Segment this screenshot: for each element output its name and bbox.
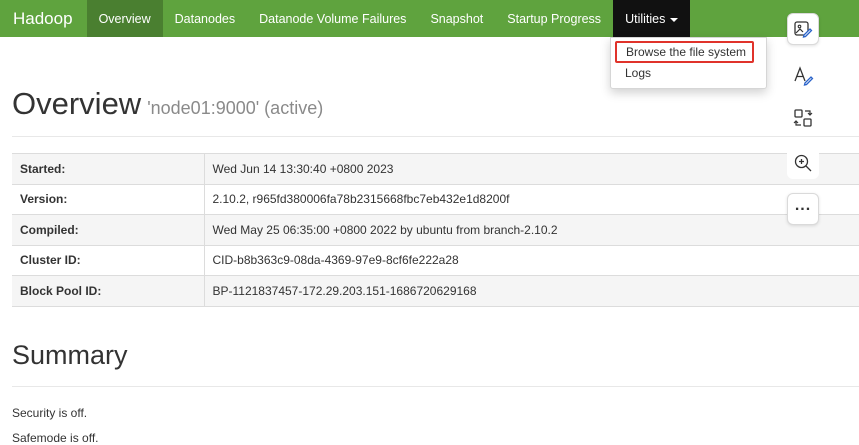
table-row: Cluster ID: CID-b8b363c9-08da-4369-97e9-… <box>12 244 859 276</box>
security-status-text: Security is off. <box>12 406 88 420</box>
menu-item-browse-file-system[interactable]: Browse the file system <box>615 41 754 63</box>
row-value: Wed Jun 14 13:30:40 +0800 2023 <box>203 153 859 184</box>
row-key: Compiled: <box>12 214 204 245</box>
image-edit-icon <box>794 21 813 38</box>
divider <box>12 386 859 387</box>
row-key: Block Pool ID: <box>12 275 204 307</box>
nav-tab-utilities[interactable]: Utilities <box>613 0 691 37</box>
table-row: Compiled: Wed May 25 06:35:00 +0800 2022… <box>12 214 859 245</box>
more-button[interactable]: ... <box>787 193 819 225</box>
summary-heading: Summary <box>12 340 128 370</box>
table-row: Started: Wed Jun 14 13:30:40 +0800 2023 <box>12 153 859 184</box>
row-key: Version: <box>12 183 204 215</box>
translate-button[interactable] <box>787 102 819 134</box>
navbar-brand[interactable]: Hadoop <box>0 0 87 37</box>
image-edit-button[interactable] <box>787 13 819 45</box>
text-edit-icon <box>794 66 814 86</box>
row-value: Wed May 25 06:35:00 +0800 2022 by ubuntu… <box>203 214 859 245</box>
row-key: Cluster ID: <box>12 244 204 276</box>
utilities-dropdown-menu: Browse the file system Logs <box>610 37 767 89</box>
row-value: CID-b8b363c9-08da-4369-97e9-8cf6fe222a28 <box>203 244 859 276</box>
nav-tab-utilities-label: Utilities <box>625 11 666 26</box>
zoom-in-button[interactable] <box>787 147 819 179</box>
page-title-text: Overview <box>12 86 142 121</box>
translate-icon <box>793 109 813 127</box>
nav-tab-datanodes[interactable]: Datanodes <box>163 0 247 37</box>
caret-down-icon <box>670 17 679 22</box>
table-row: Block Pool ID: BP-1121837457-172.29.203.… <box>12 275 859 307</box>
row-key: Started: <box>12 153 204 184</box>
row-value: BP-1121837457-172.29.203.151-16867206291… <box>203 275 859 307</box>
page-subtitle: 'node01:9000' (active) <box>147 98 324 118</box>
nav-tab-datanode-volume-failures[interactable]: Datanode Volume Failures <box>247 0 418 37</box>
menu-item-logs[interactable]: Logs <box>611 63 766 83</box>
top-navbar: Hadoop Overview Datanodes Datanode Volum… <box>0 0 859 37</box>
table-row: Version: 2.10.2, r965fd380006fa78b231566… <box>12 183 859 215</box>
text-edit-button[interactable] <box>787 59 819 91</box>
safemode-status-text: Safemode is off. <box>12 431 99 445</box>
more-icon: ... <box>794 197 812 214</box>
nav-tab-snapshot[interactable]: Snapshot <box>418 0 495 37</box>
page-title: Overview'node01:9000' (active) <box>12 86 323 122</box>
zoom-in-icon <box>794 154 812 172</box>
nav-tab-startup-progress[interactable]: Startup Progress <box>495 0 613 37</box>
overview-info-table: Started: Wed Jun 14 13:30:40 +0800 2023 … <box>12 153 859 307</box>
row-value: 2.10.2, r965fd380006fa78b2315668fbc7eb43… <box>203 183 859 215</box>
divider <box>12 136 859 137</box>
nav-tab-overview[interactable]: Overview <box>86 0 163 37</box>
